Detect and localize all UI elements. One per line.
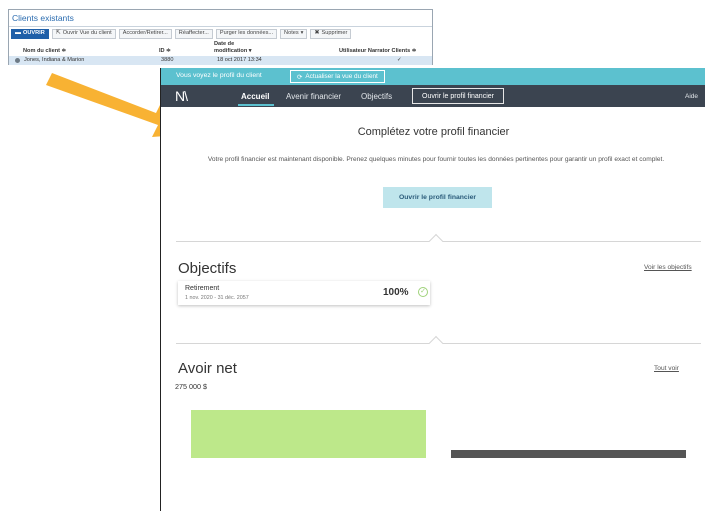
view-all-link[interactable]: Tout voir	[654, 365, 679, 372]
main-nav: N\ Accueil Avenir financier Objectifs Ou…	[161, 85, 705, 107]
refresh-icon: ⟳	[297, 73, 303, 81]
client-view-app: Vous voyez le profil du client ⟳ Actuali…	[160, 68, 705, 511]
folder-icon: ▬	[15, 30, 21, 36]
column-header-id[interactable]: ID ≑	[159, 48, 171, 54]
divider-notch	[428, 233, 444, 249]
profile-description: Votre profil financier est maintenant di…	[207, 156, 665, 163]
notes-dropdown[interactable]: Notes ▾	[280, 28, 308, 39]
logo: N\	[175, 88, 188, 104]
networth-bar-liabilities	[451, 450, 686, 458]
column-header-user[interactable]: Utilisateur Narrator Clients ≑	[339, 48, 416, 54]
external-link-icon: ⇱	[55, 30, 61, 36]
chevron-down-icon: ▾	[300, 30, 304, 36]
view-goals-link[interactable]: Voir les objectifs	[644, 264, 692, 271]
client-date-cell: 18 oct 2017 13:34	[217, 57, 262, 63]
nav-item-home[interactable]: Accueil	[241, 92, 269, 101]
goals-section-title: Objectifs	[178, 260, 237, 277]
networth-value: 275 000 $	[175, 382, 207, 391]
column-header-date-line2[interactable]: modification ▾	[214, 48, 252, 54]
open-button-label: OUVRIR	[23, 30, 45, 36]
goal-dates: 1 nov. 2020 - 31 déc. 2057	[185, 295, 249, 301]
goal-percent: 100%	[383, 287, 409, 298]
nav-item-financial-future[interactable]: Avenir financier	[286, 92, 341, 101]
close-icon: ✖	[314, 30, 320, 36]
open-client-view-button[interactable]: ⇱ Ouvrir Vue du client	[51, 28, 116, 39]
clients-toolbar: ▬ OUVRIR ⇱ Ouvrir Vue du client Accorder…	[11, 28, 352, 39]
divider	[9, 26, 432, 27]
column-header-date-line1[interactable]: Date de	[214, 41, 234, 47]
delete-button[interactable]: ✖ Supprimer	[310, 28, 352, 39]
client-view-banner: Vous voyez le profil du client ⟳ Actuali…	[161, 68, 705, 85]
refresh-label: Actualiser la vue du client	[305, 73, 378, 80]
nav-item-goals[interactable]: Objectifs	[361, 92, 392, 101]
eye-icon	[15, 58, 20, 63]
divider-notch	[428, 335, 444, 351]
nav-open-profile-button[interactable]: Ouvrir le profil financier	[412, 88, 504, 104]
open-profile-button[interactable]: Ouvrir le profil financier	[383, 187, 492, 208]
open-button[interactable]: ▬ OUVRIR	[11, 28, 49, 39]
banner-text: Vous voyez le profil du client	[176, 72, 262, 79]
profile-title: Complétez votre profil financier	[357, 126, 510, 138]
purge-data-button[interactable]: Purger les données...	[215, 28, 278, 39]
goal-name: Retirement	[185, 285, 220, 292]
notes-label: Notes	[284, 30, 299, 36]
checkmark-icon: ✓	[397, 57, 402, 63]
refresh-client-view-button[interactable]: ⟳ Actualiser la vue du client	[290, 70, 385, 83]
networth-chart	[191, 410, 686, 458]
nav-item-help[interactable]: Aide	[685, 93, 698, 100]
grant-revoke-button[interactable]: Accorder/Retirer...	[118, 28, 172, 39]
networth-bar-assets	[191, 410, 426, 458]
check-circle-icon: ✓	[418, 287, 428, 297]
column-header-name[interactable]: Nom du client ≑	[23, 48, 66, 54]
networth-section-title: Avoir net	[178, 360, 237, 377]
delete-label: Supprimer	[321, 30, 348, 36]
clients-panel-title: Clients existants	[12, 13, 74, 23]
open-client-view-label: Ouvrir Vue du client	[62, 30, 112, 36]
active-tab-indicator	[238, 104, 274, 106]
reassign-button[interactable]: Réaffecter...	[174, 28, 213, 39]
goal-card[interactable]: Retirement 1 nov. 2020 - 31 déc. 2057 10…	[178, 281, 430, 305]
